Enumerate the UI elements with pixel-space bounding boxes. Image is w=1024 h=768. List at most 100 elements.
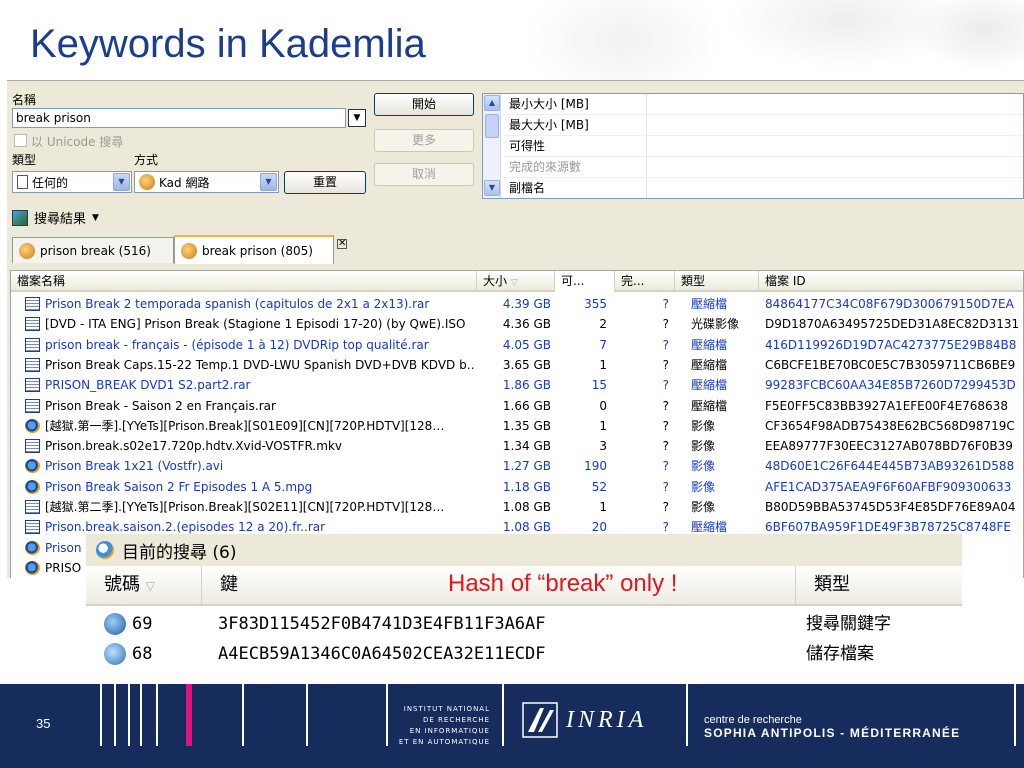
- cell-avail: 3: [599, 439, 607, 454]
- cancel-search-button[interactable]: 取消: [374, 163, 474, 186]
- option-complete-sources[interactable]: 完成的來源數: [509, 157, 581, 177]
- table-row[interactable]: Prison Break 1x21 (Vostfr).avi 1.27 GB 190…: [11, 456, 1023, 476]
- footer-divider: [306, 684, 308, 746]
- kad-network-icon: [181, 242, 197, 259]
- hash-annotation: Hash of “break” only !: [448, 570, 678, 597]
- search-key: 3F83D115452F0B4741D3E4FB11F3A6AF: [218, 614, 546, 634]
- cell-type: 影像: [691, 500, 716, 514]
- type-select[interactable]: 任何的 ▼: [12, 171, 132, 193]
- cell-type: 影像: [691, 459, 716, 474]
- name-label: 名稱: [12, 93, 37, 107]
- chevron-down-icon: ▼: [260, 173, 277, 191]
- cell-avail: 1: [599, 357, 607, 372]
- video-file-icon: [25, 540, 40, 555]
- cell-complete: ?: [662, 357, 669, 372]
- cell-complete: ?: [662, 378, 669, 393]
- archive-file-icon: [25, 520, 40, 535]
- scroll-up-icon[interactable]: ▲: [484, 95, 500, 111]
- search-type: 搜尋關鍵字: [806, 614, 891, 634]
- search-number: 69: [132, 614, 153, 634]
- tab-break-prison[interactable]: break prison (805) ✕: [174, 235, 347, 264]
- table-row[interactable]: [DVD - ITA ENG] Prison Break (Stagione 1…: [11, 314, 1023, 334]
- column-availability[interactable]: 可...: [555, 271, 615, 292]
- method-select[interactable]: Kad 網路 ▼: [134, 171, 279, 193]
- scroll-down-icon[interactable]: ▼: [484, 180, 500, 196]
- current-searches-panel: 目前的搜尋 (6) 號碼 ▽ 鍵 類型 Hash of “break” only…: [86, 534, 962, 668]
- column-search-type[interactable]: 類型: [796, 566, 962, 604]
- cell-type: 壓縮檔: [691, 297, 728, 311]
- current-searches-header: 目前的搜尋 (6): [86, 534, 962, 566]
- chevron-down-icon: ▼: [113, 173, 130, 191]
- video-file-icon: [25, 560, 40, 575]
- footer-divider: [386, 684, 388, 746]
- cell-name: Prison Break 1x21 (Vostfr).avi: [45, 459, 224, 474]
- cell-id: AFE1CAD375AEA9F6F60AFBF909300633: [765, 479, 1012, 494]
- cell-type: 影像: [691, 418, 716, 433]
- tab-prison-break[interactable]: prison break (516) ✕: [12, 237, 187, 263]
- inria-mark-icon: [522, 702, 558, 738]
- kad-network-icon: [19, 242, 35, 259]
- search-name-input[interactable]: break prison: [12, 108, 346, 128]
- start-button[interactable]: 開始: [374, 93, 474, 116]
- cell-size: 4.36 GB: [502, 317, 551, 332]
- chevron-down-icon: ▼: [92, 212, 99, 223]
- table-row[interactable]: prison break - français - (épisode 1 à 1…: [11, 335, 1023, 355]
- cell-complete: ?: [662, 398, 669, 413]
- archive-file-icon: [25, 398, 40, 413]
- table-row[interactable]: Prison Break - Saison 2 en Français.rar 1…: [11, 396, 1023, 416]
- cell-type: 壓縮檔: [691, 357, 728, 372]
- sort-icon: ▽: [145, 579, 155, 593]
- table-row[interactable]: Prison Break Caps.15-22 Temp.1 DVD-LWU S…: [11, 355, 1023, 375]
- unicode-label: 以 Unicode 搜尋: [31, 135, 124, 149]
- table-row[interactable]: [越獄.第二季].[YYeTs][Prison.Break][S02E11][C…: [11, 497, 1023, 517]
- inria-wordmark: INRIA: [566, 706, 648, 733]
- scroll-thumb[interactable]: [485, 114, 499, 138]
- options-scrollbar[interactable]: ▲ ▼: [483, 94, 501, 198]
- type-select-value: 任何的: [32, 175, 69, 190]
- table-row[interactable]: Prison.break.s02e17.720p.hdtv.Xvid-VOSTF…: [11, 436, 1023, 456]
- results-table-header: 檔案名稱 大小 ▽ 可... 完... 類型 檔案 ID: [11, 271, 1023, 292]
- option-divider: [503, 135, 1023, 136]
- search-status-icon: [96, 541, 114, 559]
- column-file-id[interactable]: 檔案 ID: [759, 271, 1024, 292]
- cell-complete: ?: [662, 337, 669, 352]
- tab-label: prison break (516): [40, 243, 151, 258]
- column-type[interactable]: 類型: [675, 271, 759, 292]
- table-row[interactable]: Prison Break Saison 2 Fr Episodes 1 A 5.…: [11, 477, 1023, 497]
- column-number[interactable]: 號碼 ▽: [86, 566, 202, 604]
- current-search-row[interactable]: 69 3F83D115452F0B4741D3E4FB11F3A6AF 搜尋關鍵…: [86, 609, 962, 639]
- cell-id: 99283FCBC60AA34E85B7260D7299453D: [765, 378, 1016, 393]
- option-min-size[interactable]: 最小大小 [MB]: [509, 94, 589, 114]
- current-search-row[interactable]: 68 A4ECB59A1346C0A64502CEA32E11ECDF 儲存檔案: [86, 639, 962, 668]
- footer-divider: [242, 684, 244, 746]
- cell-id: C6BCFE1BE70BC0E5C7B3059711CB6BE9: [765, 357, 1016, 372]
- table-row[interactable]: [越獄.第一季].[YYeTs][Prison.Break][S01E09][C…: [11, 416, 1023, 436]
- cell-size: 4.05 GB: [502, 337, 551, 352]
- archive-file-icon: [25, 337, 40, 352]
- cell-id: D9D1870A63495725DED31A8EC82D3131: [765, 317, 1020, 332]
- option-extension[interactable]: 副檔名: [509, 178, 545, 198]
- more-button[interactable]: 更多: [374, 129, 474, 152]
- option-availability[interactable]: 可得性: [509, 136, 545, 156]
- option-max-size[interactable]: 最大大小 [MB]: [509, 115, 589, 135]
- column-filename[interactable]: 檔案名稱: [11, 271, 477, 292]
- column-size[interactable]: 大小 ▽: [477, 271, 555, 292]
- unicode-checkbox[interactable]: [14, 134, 27, 147]
- table-row[interactable]: Prison Break 2 temporada spanish (capitu…: [11, 294, 1023, 314]
- search-history-dropdown[interactable]: ▼: [348, 109, 366, 127]
- cell-name: Prison Break Saison 2 Fr Episodes 1 A 5.…: [45, 479, 313, 494]
- archive-file-icon: [25, 357, 40, 372]
- column-complete[interactable]: 完...: [615, 271, 675, 292]
- chevron-down-icon: ▼: [353, 113, 361, 123]
- cell-complete: ?: [662, 439, 669, 454]
- current-searches-title: 目前的搜尋 (6): [122, 542, 237, 563]
- search-results-header[interactable]: 搜尋結果 ▼: [12, 208, 99, 227]
- reset-button[interactable]: 重置: [284, 171, 366, 194]
- close-icon[interactable]: ✕: [337, 239, 347, 249]
- table-row[interactable]: PRISON_BREAK DVD1 S2.part2.rar 1.86 GB 15?…: [11, 375, 1023, 395]
- cell-id: EEA89777F30EEC3127AB078BD76F0B39: [765, 439, 1013, 454]
- cell-complete: ?: [662, 297, 669, 311]
- header-background: [464, 0, 1024, 82]
- emule-search-window: 名稱 break prison ▼ 以 Unicode 搜尋 類型 方式 任何的…: [7, 80, 1024, 578]
- cell-size: 1.18 GB: [502, 479, 551, 494]
